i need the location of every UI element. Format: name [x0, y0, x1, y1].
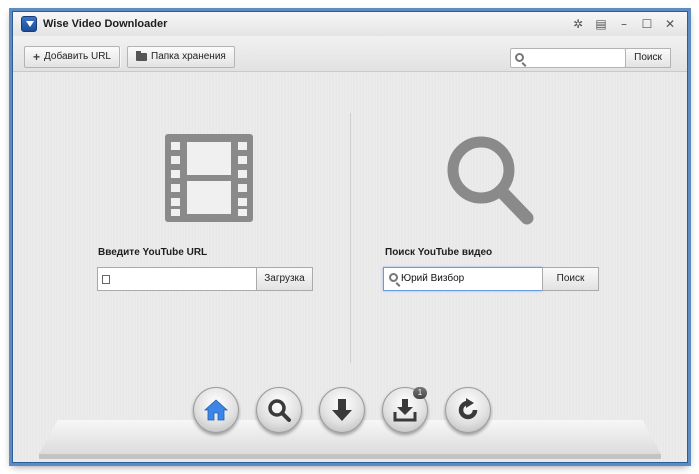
download-icon [332, 399, 352, 421]
toolbar: + Добавить URL Папка хранения Поиск [13, 36, 687, 72]
minimize-icon[interactable]: – [613, 15, 635, 33]
search-icon [268, 399, 291, 422]
search-icon [515, 53, 524, 62]
window-title: Wise Video Downloader [43, 18, 168, 30]
storage-folder-button[interactable]: Папка хранения [127, 46, 235, 68]
toolbar-search-input[interactable] [510, 48, 626, 68]
plus-icon: + [33, 50, 41, 64]
refresh-button[interactable] [445, 387, 491, 433]
video-search-button[interactable]: Поиск [542, 267, 599, 291]
storage-folder-label: Папка хранения [151, 51, 226, 62]
folder-icon [136, 51, 147, 61]
downloads-list-button[interactable]: 1 [382, 387, 428, 433]
magnifier-icon [447, 136, 534, 225]
app-logo-icon [21, 16, 37, 32]
add-url-label: Добавить URL [44, 51, 111, 62]
film-icon [165, 134, 253, 222]
search-small-icon [389, 273, 398, 282]
menu-icon[interactable]: ▤ [590, 15, 612, 33]
youtube-search-value: Юрий Визбор [401, 273, 465, 284]
film-small-icon [102, 275, 110, 284]
close-icon[interactable]: ✕ [659, 15, 681, 33]
youtube-search-input[interactable]: Юрий Визбор [383, 267, 543, 291]
toolbar-separator [120, 47, 121, 67]
youtube-url-title: Введите YouTube URL [98, 247, 208, 258]
home-icon [203, 399, 229, 421]
youtube-url-input[interactable] [97, 267, 257, 291]
app-window: Wise Video Downloader ✲ ▤ – ☐ ✕ + Добави… [12, 11, 688, 463]
maximize-icon[interactable]: ☐ [636, 15, 658, 33]
window-controls: ✲ ▤ – ☐ ✕ [566, 15, 681, 33]
refresh-icon [458, 398, 478, 420]
dock-shelf-base [39, 454, 661, 459]
title-bar[interactable]: Wise Video Downloader ✲ ▤ – ☐ ✕ [13, 12, 687, 36]
main-area: Введите YouTube URL Загрузка Поиск YouTu… [13, 73, 687, 462]
download-nav-button[interactable] [319, 387, 365, 433]
panel-divider [350, 113, 351, 363]
youtube-search-title: Поиск YouTube видео [385, 247, 493, 258]
settings-icon[interactable]: ✲ [567, 15, 589, 33]
toolbar-search-button[interactable]: Поиск [625, 48, 671, 68]
home-button[interactable] [193, 387, 239, 433]
search-nav-button[interactable] [256, 387, 302, 433]
downloads-list-icon [393, 399, 417, 422]
add-url-button[interactable]: + Добавить URL [24, 46, 120, 68]
downloads-count-badge: 1 [413, 387, 427, 399]
download-button[interactable]: Загрузка [256, 267, 313, 291]
